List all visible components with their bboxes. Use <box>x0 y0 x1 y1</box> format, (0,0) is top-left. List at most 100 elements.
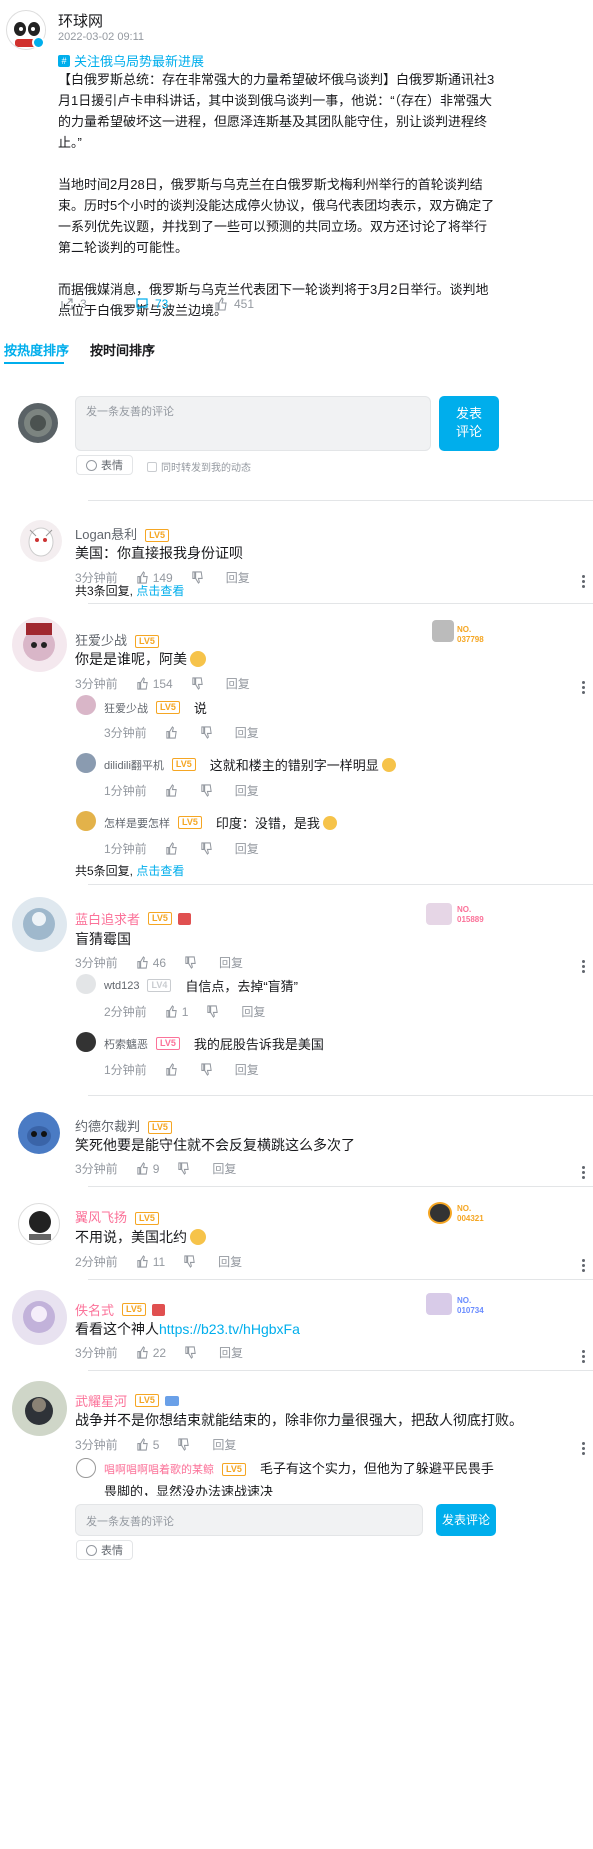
comment-textarea[interactable]: 发一条友善的评论 <box>75 396 431 451</box>
dislike-button[interactable] <box>200 842 217 855</box>
comment-username[interactable]: 武耀星河 <box>75 1391 127 1410</box>
more-options-icon[interactable] <box>582 958 585 975</box>
submit-comment-button[interactable]: 发表 评论 <box>439 396 499 451</box>
reply-button[interactable]: 回复 <box>218 1253 242 1270</box>
avatar[interactable] <box>12 1290 67 1345</box>
comment-button[interactable]: 73 <box>135 297 214 311</box>
avatar[interactable] <box>18 1203 60 1245</box>
tab-time[interactable]: 按时间排序 <box>90 340 155 359</box>
avatar[interactable] <box>12 897 67 952</box>
more-options-icon[interactable] <box>582 1348 585 1365</box>
dislike-button[interactable] <box>206 1005 223 1018</box>
level-badge: LV5 <box>135 1212 159 1226</box>
comment-username[interactable]: 狂爱少战 <box>75 633 127 648</box>
share-button[interactable]: 3 <box>60 297 135 311</box>
emoji-button[interactable]: 表情 <box>76 455 133 475</box>
dislike-button[interactable] <box>177 1162 194 1175</box>
comment-username[interactable]: 约德尔裁判 <box>75 1119 140 1134</box>
like-button[interactable] <box>165 726 182 739</box>
avatar[interactable] <box>12 1381 67 1436</box>
reply-username[interactable]: 怎样是要怎样 <box>104 815 170 831</box>
comment-link[interactable]: https://b23.tv/hHgbxFa <box>159 1321 300 1337</box>
dislike-button[interactable] <box>184 956 201 969</box>
more-options-icon[interactable] <box>582 1257 585 1274</box>
comment-username[interactable]: Logan悬利 <box>75 527 137 542</box>
reply-username[interactable]: wtd123 <box>104 980 139 992</box>
comment-text: 笑死他要是能守住就不会反复横跳这么多次了 <box>75 1137 355 1153</box>
like-button[interactable]: 46 <box>136 956 166 970</box>
dislike-button[interactable] <box>191 571 208 584</box>
avatar[interactable] <box>76 753 96 773</box>
avatar[interactable] <box>76 1458 96 1478</box>
avatar[interactable] <box>12 617 67 672</box>
reply-button[interactable]: 回复 <box>219 954 243 971</box>
thumb-down-icon <box>185 956 196 969</box>
thumb-down-icon <box>201 1063 212 1076</box>
reply-button[interactable]: 回复 <box>235 724 259 741</box>
comment-username[interactable]: 佚名式 <box>75 1300 114 1319</box>
like-button[interactable] <box>165 1063 182 1076</box>
comment-username[interactable]: 蓝白追求者 <box>75 909 140 928</box>
avatar[interactable] <box>76 1032 96 1052</box>
like-button[interactable]: 1 <box>165 1005 188 1019</box>
avatar[interactable] <box>76 974 96 994</box>
reply-username[interactable]: 朽索魑恶 <box>104 1036 148 1052</box>
bottom-comment-input[interactable]: 发一条友善的评论 <box>75 1504 423 1536</box>
like-count: 451 <box>234 297 255 311</box>
fan-badge-avatar <box>426 903 452 925</box>
fan-badge-avatar <box>426 1293 452 1315</box>
checkbox-box[interactable] <box>147 461 157 472</box>
reply-button[interactable]: 回复 <box>226 675 250 692</box>
my-avatar[interactable] <box>18 403 58 443</box>
like-button[interactable]: 154 <box>136 677 173 691</box>
reply-username[interactable]: 唱啊唱啊唱着歌的某鲸 <box>104 1464 214 1476</box>
tab-hot[interactable]: 按热度排序 <box>4 340 69 359</box>
reply-button[interactable]: 回复 <box>212 1160 236 1177</box>
reply-button[interactable]: 回复 <box>235 840 259 857</box>
comment-time: 2分钟前 <box>75 1255 118 1269</box>
dislike-button[interactable] <box>200 726 217 739</box>
reply-meta: 1分钟前 回复 <box>104 782 277 799</box>
like-button[interactable]: 9 <box>136 1162 159 1176</box>
reply-button[interactable]: 回复 <box>219 1344 243 1361</box>
fan-badge-number: NO. 037798 <box>457 625 484 644</box>
like-button[interactable]: 22 <box>136 1346 166 1360</box>
reply-button[interactable]: 回复 <box>235 1061 259 1078</box>
avatar[interactable] <box>76 695 96 715</box>
dislike-button[interactable] <box>184 1346 201 1359</box>
view-replies-link[interactable]: 点击查看 <box>136 864 184 878</box>
reply-username[interactable]: dilidili翻平机 <box>104 757 164 773</box>
like-button[interactable] <box>165 842 182 855</box>
reply-username[interactable]: 狂爱少战 <box>104 700 148 716</box>
bottom-emoji-button[interactable]: 表情 <box>76 1540 133 1560</box>
like-button[interactable]: 5 <box>136 1438 159 1452</box>
like-button[interactable]: 11 <box>136 1255 165 1269</box>
like-button[interactable]: 451 <box>214 297 254 311</box>
reply-button[interactable]: 回复 <box>241 1003 265 1020</box>
dislike-button[interactable] <box>191 677 208 690</box>
avatar[interactable] <box>18 1112 60 1154</box>
dislike-button[interactable] <box>177 1438 194 1451</box>
post-paragraph-1: 【白俄罗斯总统：存在非常强大的力量希望破坏俄乌谈判】白俄罗斯通讯社3月1日援引卢… <box>58 72 495 150</box>
like-button[interactable] <box>165 784 182 797</box>
more-options-icon[interactable] <box>582 1164 585 1181</box>
reply-button[interactable]: 回复 <box>212 1436 236 1453</box>
more-options-icon[interactable] <box>582 1440 585 1457</box>
thumb-down-icon <box>201 726 212 739</box>
avatar[interactable] <box>20 520 62 562</box>
reply-button[interactable]: 回复 <box>235 782 259 799</box>
reply-button[interactable]: 回复 <box>226 569 250 586</box>
avatar[interactable] <box>76 811 96 831</box>
more-options-icon[interactable] <box>582 573 585 590</box>
comment-meta: 3分钟前 5 回复 <box>75 1436 254 1453</box>
bottom-submit-button[interactable]: 发表评论 <box>436 1504 496 1536</box>
topic-tag[interactable]: # 关注俄乌局势最新进展 <box>58 51 204 70</box>
author-name[interactable]: 环球网 <box>58 10 103 31</box>
comment-username[interactable]: 翼风飞扬 <box>75 1210 127 1225</box>
dislike-button[interactable] <box>183 1255 200 1268</box>
forward-checkbox[interactable]: 同时转发到我的动态 <box>147 459 251 474</box>
dislike-button[interactable] <box>200 1063 217 1076</box>
dislike-button[interactable] <box>200 784 217 797</box>
more-options-icon[interactable] <box>582 679 585 696</box>
view-replies-link[interactable]: 点击查看 <box>136 584 184 598</box>
